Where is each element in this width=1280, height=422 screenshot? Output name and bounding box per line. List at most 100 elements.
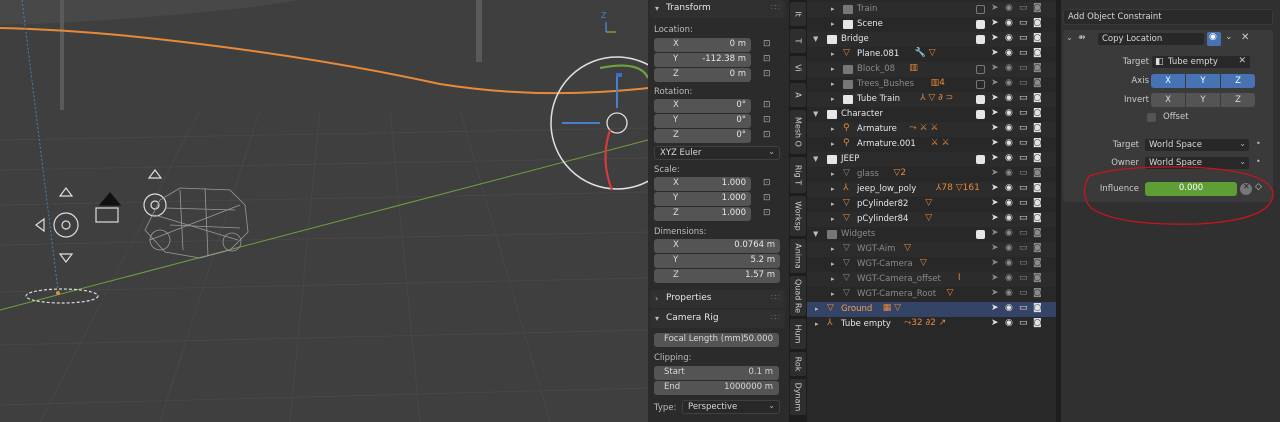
lock-icon[interactable]: ⊡ — [763, 39, 771, 49]
properties-panel-header[interactable]: › Properties ∷∷ — [650, 290, 785, 308]
eye-icon[interactable]: ◉ — [1005, 273, 1013, 283]
collapse-arrow-icon[interactable]: ▼ — [813, 230, 818, 238]
select-arrow-icon[interactable]: ➤ — [991, 18, 999, 28]
eye-icon[interactable]: ◉ — [1005, 93, 1013, 103]
drag-grip-icon[interactable]: ∷∷ — [771, 313, 780, 322]
outliner-row[interactable]: ▸ ▽ Ground ▦ ▽ ➤ ◉ ▭ ◙ — [807, 302, 1056, 317]
eye-icon[interactable]: ◉ — [1005, 213, 1013, 223]
camera-icon[interactable]: ◙ — [1033, 138, 1042, 148]
select-arrow-icon[interactable]: ➤ — [991, 213, 999, 223]
camera-icon[interactable]: ◙ — [1033, 153, 1042, 163]
camera-icon[interactable]: ◙ — [1033, 243, 1042, 253]
expand-arrow-icon[interactable]: ▸ — [831, 215, 835, 223]
eye-icon[interactable]: ◉ — [1005, 198, 1013, 208]
sidebar-tab-it[interactable]: It — [790, 2, 806, 26]
exclude-checkbox[interactable] — [976, 155, 985, 164]
outliner-row[interactable]: ▸ Trees_Bushes ▥4 ➤ ◉ ▭ ◙ — [807, 77, 1056, 92]
camera-icon[interactable]: ◙ — [1033, 213, 1042, 223]
viewport-3d[interactable]: Z — [0, 0, 648, 422]
select-arrow-icon[interactable]: ➤ — [991, 63, 999, 73]
select-arrow-icon[interactable]: ➤ — [991, 168, 999, 178]
outliner-row[interactable]: ▸ ⚲ Armature ⤳ ⚔ ⚔ ➤ ◉ ▭ ◙ — [807, 122, 1056, 137]
outliner-row[interactable]: ▸ ▽ pCylinder82 ▽ ➤ ◉ ▭ ◙ — [807, 197, 1056, 212]
viewport-scene[interactable]: Z — [0, 0, 648, 422]
eye-icon[interactable]: ◉ — [1005, 153, 1013, 163]
monitor-icon[interactable]: ▭ — [1019, 48, 1028, 58]
camera-icon[interactable]: ◙ — [1033, 3, 1042, 13]
sidebar-tab-worksp[interactable]: Worksp — [790, 196, 806, 236]
monitor-icon[interactable]: ▭ — [1019, 153, 1028, 163]
camera-icon[interactable]: ◙ — [1033, 273, 1042, 283]
camera-icon[interactable]: ◙ — [1033, 123, 1042, 133]
sidebar-tab-hum[interactable]: Hum — [790, 319, 806, 349]
rotation-y-field[interactable]: Y 0° — [654, 114, 751, 128]
outliner-row[interactable]: ▸ Block_08 ▥ ➤ ◉ ▭ ◙ — [807, 62, 1056, 77]
camera-icon[interactable]: ◙ — [1033, 93, 1042, 103]
sidebar-tab-dynam[interactable]: Dynam — [790, 379, 806, 415]
clip-start-field[interactable]: Start 0.1 m — [654, 366, 779, 380]
location-x-field[interactable]: X 0 m — [654, 38, 751, 52]
camera-icon[interactable]: ◙ — [1033, 258, 1042, 268]
target-space-dropdown[interactable]: World Space ⌄ — [1144, 138, 1250, 152]
chevron-down-icon[interactable]: ⌄ — [1225, 32, 1233, 42]
select-arrow-icon[interactable]: ➤ — [991, 228, 999, 238]
exclude-checkbox[interactable] — [976, 5, 985, 14]
outliner-row[interactable]: ▼ Widgets ➤ ◉ ▭ ◙ — [807, 227, 1056, 242]
outliner-row[interactable]: ▸ Tube Train ⅄ ▽ ∂ ⊃ ➤ ◉ ▭ ◙ — [807, 92, 1056, 107]
add-object-constraint-button[interactable]: Add Object Constraint — [1063, 9, 1273, 25]
exclude-checkbox[interactable] — [976, 35, 985, 44]
sidebar-tab-quad-re[interactable]: Quad Re — [790, 276, 806, 316]
exclude-checkbox[interactable] — [976, 65, 985, 74]
monitor-icon[interactable]: ▭ — [1019, 123, 1028, 133]
monitor-icon[interactable]: ▭ — [1019, 318, 1028, 328]
monitor-icon[interactable]: ▭ — [1019, 168, 1028, 178]
eye-icon[interactable]: ◉ — [1005, 318, 1013, 328]
expand-arrow-icon[interactable]: ▸ — [831, 125, 835, 133]
outliner-row[interactable]: ▼ Bridge ➤ ◉ ▭ ◙ — [807, 32, 1056, 47]
navigation-gizmo[interactable]: Z — [601, 11, 616, 33]
expand-arrow-icon[interactable]: ▸ — [831, 65, 835, 73]
expand-arrow-icon[interactable]: ▸ — [831, 185, 835, 193]
monitor-icon[interactable]: ▭ — [1019, 198, 1028, 208]
monitor-icon[interactable]: ▭ — [1019, 183, 1028, 193]
expand-arrow-icon[interactable]: ▸ — [815, 320, 819, 328]
scale-z-field[interactable]: Z 1.000 — [654, 207, 751, 221]
constraint-visibility-toggle[interactable]: ◉ — [1207, 32, 1221, 46]
monitor-icon[interactable]: ▭ — [1019, 78, 1028, 88]
sidebar-tab-rig-t[interactable]: Rig T — [790, 157, 806, 193]
outliner-row[interactable]: ▸ ▽ Plane.081 🔧 ▽ ➤ ◉ ▭ ◙ — [807, 47, 1056, 62]
clip-end-field[interactable]: End 1000000 m — [654, 381, 779, 395]
select-arrow-icon[interactable]: ➤ — [991, 243, 999, 253]
camera-icon[interactable]: ◙ — [1033, 168, 1042, 178]
select-arrow-icon[interactable]: ➤ — [991, 183, 999, 193]
outliner-row[interactable]: ▸ Scene ➤ ◉ ▭ ◙ — [807, 17, 1056, 32]
location-z-field[interactable]: Z 0 m — [654, 68, 751, 82]
outliner-row[interactable]: ▼ JEEP ➤ ◉ ▭ ◙ — [807, 152, 1056, 167]
eye-icon[interactable]: ◉ — [1005, 168, 1013, 178]
eye-icon[interactable]: ◉ — [1005, 33, 1013, 43]
eye-icon[interactable]: ◉ — [1005, 3, 1013, 13]
sidebar-tab-a[interactable]: A — [790, 83, 806, 107]
eye-icon[interactable]: ◉ — [1005, 18, 1013, 28]
select-arrow-icon[interactable]: ➤ — [991, 258, 999, 268]
target-field[interactable]: ◧ Tube empty ✕ — [1151, 55, 1251, 69]
select-arrow-icon[interactable]: ➤ — [991, 48, 999, 58]
invert-y-toggle[interactable]: Y — [1186, 93, 1220, 107]
collapse-arrow-icon[interactable]: ▼ — [813, 155, 818, 163]
camera-icon[interactable]: ◙ — [1033, 108, 1042, 118]
lock-icon[interactable]: ⊡ — [763, 100, 771, 110]
monitor-icon[interactable]: ▭ — [1019, 243, 1028, 253]
constraint-name-field[interactable]: Copy Location — [1097, 32, 1205, 46]
close-icon[interactable]: ✕ — [1241, 32, 1249, 43]
drag-grip-icon[interactable]: ∷∷ — [771, 3, 780, 12]
rotation-mode-dropdown[interactable]: XYZ Euler ⌄ — [654, 146, 780, 160]
monitor-icon[interactable]: ▭ — [1019, 93, 1028, 103]
select-arrow-icon[interactable]: ➤ — [991, 288, 999, 298]
exclude-checkbox[interactable] — [976, 80, 985, 89]
keyframe-dot-icon[interactable]: • — [1256, 139, 1261, 148]
select-arrow-icon[interactable]: ➤ — [991, 303, 999, 313]
monitor-icon[interactable]: ▭ — [1019, 138, 1028, 148]
camera-icon[interactable]: ◙ — [1033, 303, 1042, 313]
expand-arrow-icon[interactable]: ▸ — [831, 290, 835, 298]
expand-arrow-icon[interactable]: ▸ — [831, 140, 835, 148]
